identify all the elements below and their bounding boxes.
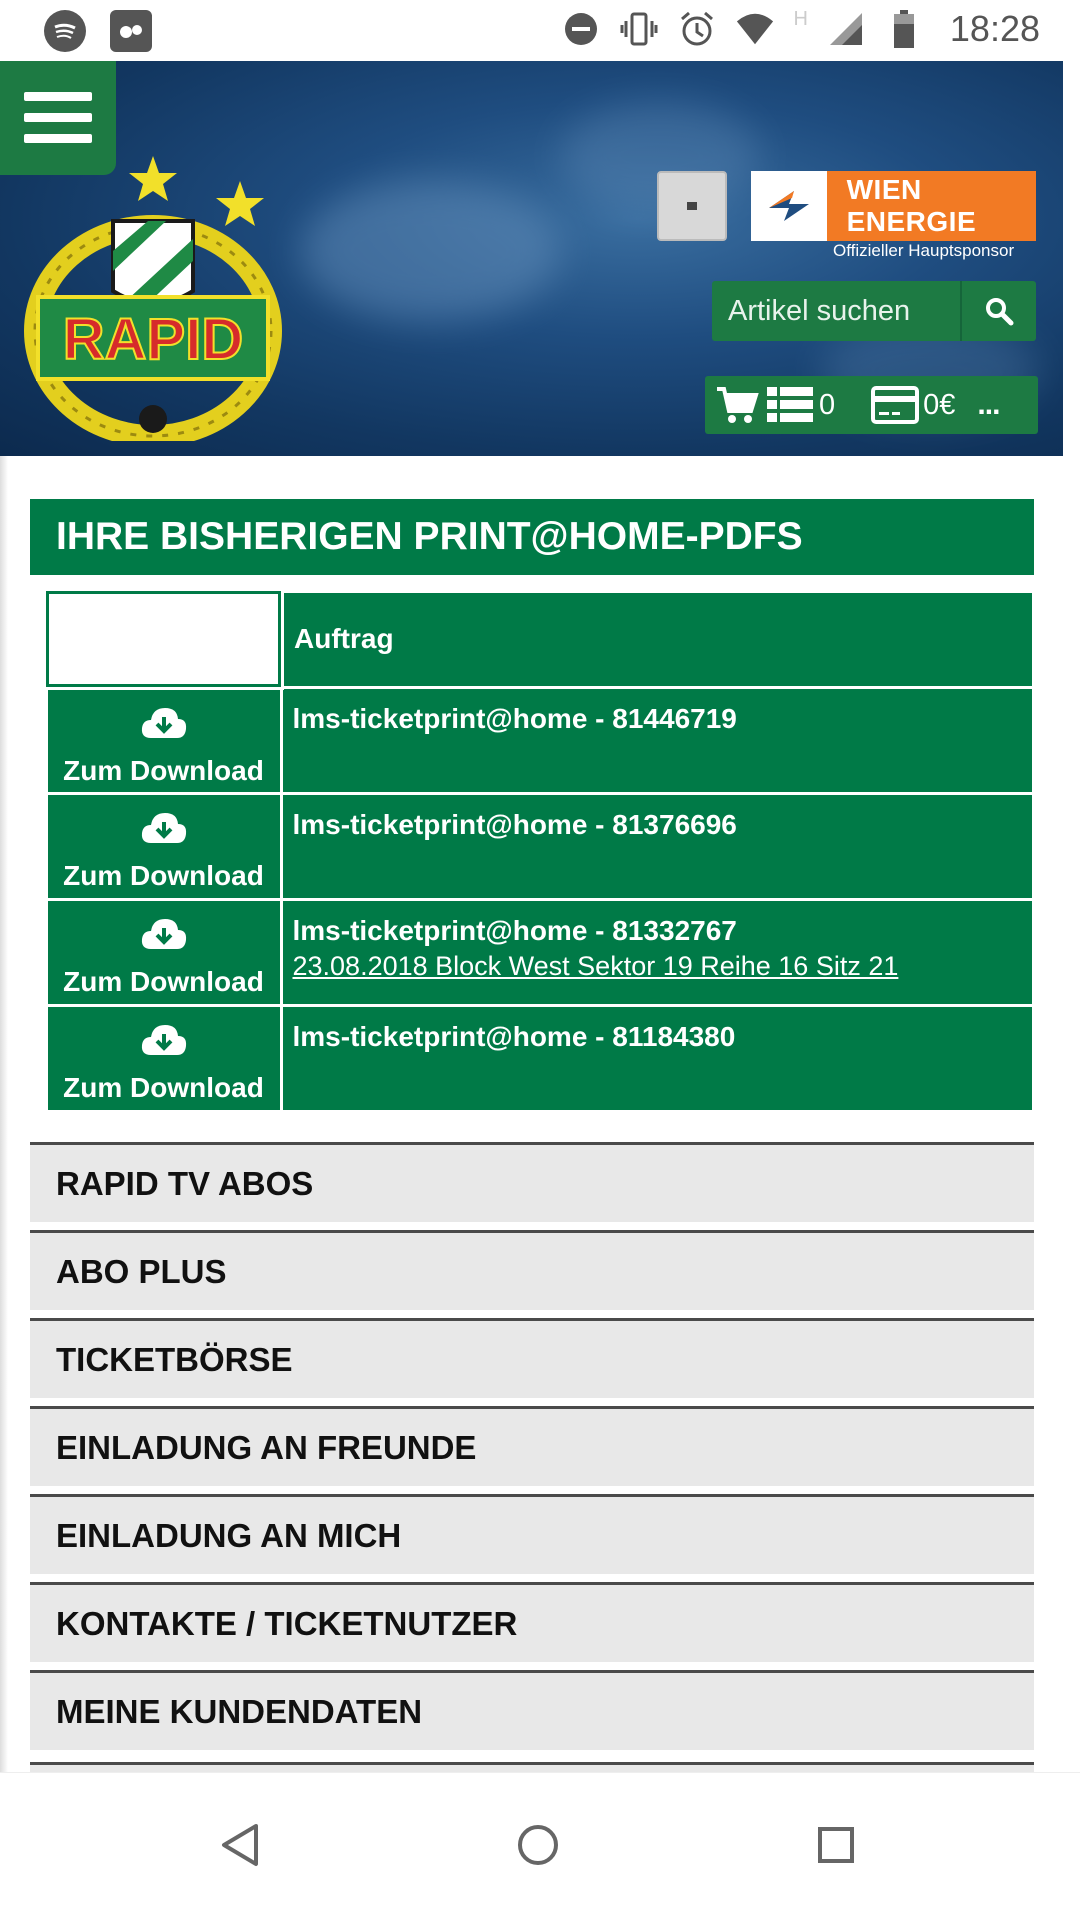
cart-amount: 0€ xyxy=(923,388,956,421)
cloud-download-icon xyxy=(141,918,186,949)
cloud-download-icon xyxy=(141,1024,186,1055)
menu-item-ticketboerse[interactable]: TICKETBÖRSE xyxy=(30,1318,1034,1398)
search-input[interactable] xyxy=(712,281,958,341)
wien-energie-logo-icon xyxy=(751,171,827,241)
back-icon xyxy=(222,1824,258,1866)
home-icon xyxy=(518,1825,558,1865)
menu-item-partial[interactable] xyxy=(30,1762,1034,1772)
small-sponsor-badge[interactable] xyxy=(657,171,727,241)
spotify-icon xyxy=(44,10,86,52)
page-left-shadow xyxy=(0,456,8,1772)
account-menu: RAPID TV ABOS ABO PLUS TICKETBÖRSE EINLA… xyxy=(30,1142,1034,1750)
orders-table: Auftrag Zum Download lms-ticketprint@hom… xyxy=(43,588,1035,1113)
table-row: Zum Download lms-ticketprint@home - 8144… xyxy=(44,685,1035,795)
order-id: lms-ticketprint@home - 81332767 xyxy=(292,914,737,946)
order-id: lms-ticketprint@home - 81184380 xyxy=(292,1020,736,1052)
back-button[interactable] xyxy=(210,1815,270,1875)
order-cell: lms-ticketprint@home - 81332767 23.08.20… xyxy=(279,897,1035,1007)
order-id: lms-ticketprint@home - 81446719 xyxy=(292,702,737,734)
menu-item-meine-kundendaten[interactable]: MEINE KUNDENDATEN xyxy=(30,1670,1034,1750)
status-bar: H 18:28 xyxy=(0,0,1080,61)
home-button[interactable] xyxy=(508,1815,568,1875)
table-row: Zum Download lms-ticketprint@home - 8118… xyxy=(44,1003,1035,1113)
download-label: Zum Download xyxy=(63,755,264,786)
wien-energie-sponsor[interactable]: WIEN ENERGIE xyxy=(751,171,1036,241)
download-label: Zum Download xyxy=(63,859,264,891)
status-time: 18:28 xyxy=(949,8,1040,49)
order-cell: lms-ticketprint@home - 81376696 xyxy=(279,791,1035,901)
menu-item-rapid-tv-abos[interactable]: RAPID TV ABOS xyxy=(30,1142,1034,1222)
download-label: Zum Download xyxy=(63,1071,264,1103)
menu-item-abo-plus[interactable]: ABO PLUS xyxy=(30,1230,1034,1310)
cart-icon[interactable] xyxy=(715,385,759,425)
download-button[interactable]: Zum Download xyxy=(44,685,283,795)
menu-item-einladung-an-freunde[interactable]: EINLADUNG AN FREUNDE xyxy=(30,1406,1034,1486)
credit-card-icon[interactable] xyxy=(871,385,920,425)
sponsor-caption: Offizieller Hauptsponsor xyxy=(833,241,1015,260)
download-button[interactable]: Zum Download xyxy=(44,1003,283,1113)
logo-wordmark: RAPID xyxy=(63,307,243,372)
order-cell: lms-ticketprint@home - 81184380 xyxy=(279,1003,1035,1113)
list-icon[interactable] xyxy=(767,385,813,425)
download-label: Zum Download xyxy=(63,965,264,997)
column-header-auftrag: Auftrag xyxy=(279,589,1035,689)
system-nav-bar xyxy=(0,1772,1080,1920)
alarm-icon xyxy=(677,9,717,49)
page-title: IHRE BISHERIGEN PRINT@HOME-PDFS xyxy=(30,499,1034,575)
download-button[interactable]: Zum Download xyxy=(44,791,283,901)
cart-bar: 0 0€ ... xyxy=(705,376,1038,434)
cell-signal-icon xyxy=(826,9,866,49)
do-not-disturb-icon xyxy=(561,9,601,49)
order-cell: lms-ticketprint@home - 81446719 xyxy=(279,685,1035,795)
table-row: Zum Download lms-ticketprint@home - 8133… xyxy=(44,897,1035,1007)
list-count: 0 xyxy=(819,388,836,421)
cloud-download-icon xyxy=(141,812,186,843)
search-bar xyxy=(712,281,1036,341)
wifi-icon xyxy=(735,9,775,49)
menu-item-kontakte-ticketnutzer[interactable]: KONTAKTE / TICKETNUTZER xyxy=(30,1582,1034,1662)
page-right-strip xyxy=(1063,61,1080,1772)
table-header-row: Auftrag xyxy=(43,588,1035,690)
order-detail-link[interactable]: 23.08.2018 Block West Sektor 19 Reihe 16… xyxy=(293,951,1023,982)
table-header-empty-cell xyxy=(43,588,284,690)
sponsor-name: WIEN ENERGIE xyxy=(846,174,977,237)
rapid-logo[interactable]: RAPID xyxy=(18,101,288,447)
battery-icon xyxy=(884,9,924,49)
table-row: Zum Download lms-ticketprint@home - 8137… xyxy=(44,791,1035,901)
cloud-download-icon xyxy=(141,708,186,738)
menu-item-einladung-an-mich[interactable]: EINLADUNG AN MICH xyxy=(30,1494,1034,1574)
search-button[interactable] xyxy=(960,281,1036,341)
site-header: RAPID WIEN ENERGIE Offizieller Hauptspon… xyxy=(0,61,1063,456)
vibrate-icon xyxy=(619,9,659,49)
more-options-button[interactable]: ... xyxy=(977,388,1000,422)
recents-icon xyxy=(818,1827,854,1863)
photo-app-icon xyxy=(110,10,152,52)
search-icon xyxy=(986,298,1014,326)
recents-button[interactable] xyxy=(806,1815,866,1875)
order-id: lms-ticketprint@home - 81376696 xyxy=(292,808,737,840)
network-type-label: H xyxy=(793,8,808,30)
download-button[interactable]: Zum Download xyxy=(44,897,283,1007)
